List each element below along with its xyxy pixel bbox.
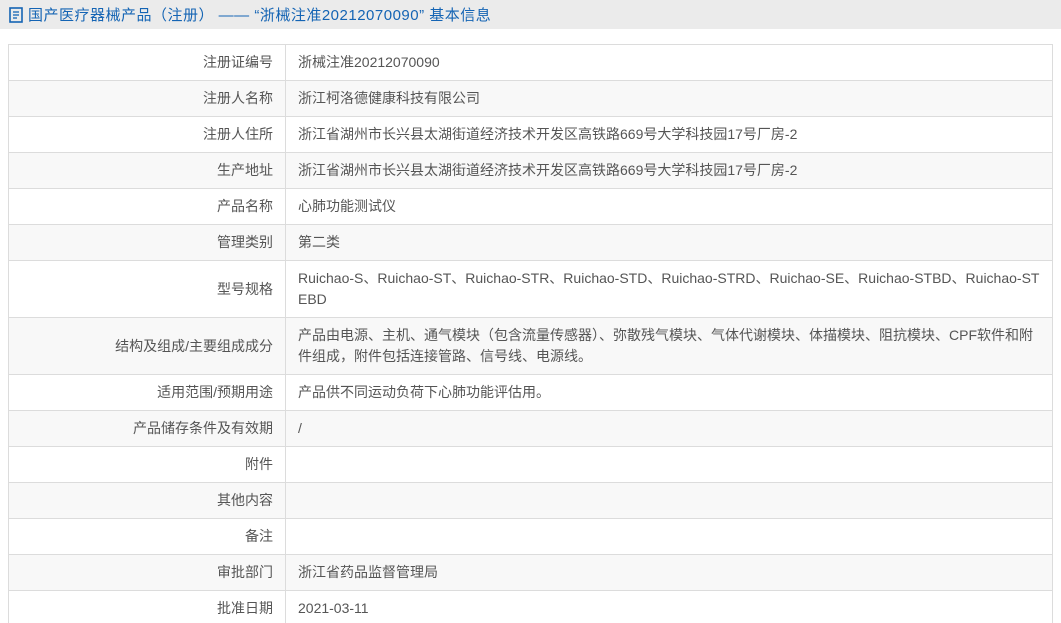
- table-row: 产品储存条件及有效期 /: [9, 411, 1053, 447]
- table-row: 生产地址 浙江省湖州市长兴县太湖街道经济技术开发区高铁路669号大学科技园17号…: [9, 153, 1053, 189]
- row-value: 浙江柯洛德健康科技有限公司: [286, 81, 1053, 117]
- row-label-text: 产品储存条件及有效期: [133, 420, 273, 436]
- document-icon: [9, 7, 23, 23]
- row-label-text: 备注: [245, 528, 273, 544]
- table-row: 型号规格 Ruichao-S、Ruichao-ST、Ruichao-STR、Ru…: [9, 261, 1053, 318]
- registration-info-table: 注册证编号 浙械注准20212070090 注册人名称 浙江柯洛德健康科技有限公…: [8, 44, 1053, 623]
- row-value: 产品供不同运动负荷下心肺功能评估用。: [286, 375, 1053, 411]
- row-label: 生产地址: [9, 153, 286, 189]
- row-label: 适用范围/预期用途: [9, 375, 286, 411]
- page-header: 国产医疗器械产品（注册） —— “浙械注准20212070090” 基本信息: [0, 0, 1061, 29]
- table-row: 适用范围/预期用途 产品供不同运动负荷下心肺功能评估用。: [9, 375, 1053, 411]
- row-value: Ruichao-S、Ruichao-ST、Ruichao-STR、Ruichao…: [286, 261, 1053, 318]
- row-label: 管理类别: [9, 225, 286, 261]
- row-label: 审批部门: [9, 555, 286, 591]
- row-label: 产品储存条件及有效期: [9, 411, 286, 447]
- row-label-text: 生产地址: [217, 162, 273, 178]
- row-value: 浙械注准20212070090: [286, 45, 1053, 81]
- row-label-text: 产品名称: [217, 198, 273, 214]
- table-row: 管理类别 第二类: [9, 225, 1053, 261]
- row-label-text: 审批部门: [217, 564, 273, 580]
- row-value: [286, 447, 1053, 483]
- table-row: 结构及组成/主要组成成分 产品由电源、主机、通气模块（包含流量传感器）、弥散残气…: [9, 318, 1053, 375]
- row-label: 注册证编号: [9, 45, 286, 81]
- row-label: 注册人名称: [9, 81, 286, 117]
- table-row: 附件: [9, 447, 1053, 483]
- row-label-text: 型号规格: [217, 281, 273, 297]
- row-label-text: 其他内容: [217, 492, 273, 508]
- row-label: 注册人住所: [9, 117, 286, 153]
- table-row: 注册人住所 浙江省湖州市长兴县太湖街道经济技术开发区高铁路669号大学科技园17…: [9, 117, 1053, 153]
- row-label-text: 适用范围/预期用途: [157, 384, 273, 400]
- row-value: 2021-03-11: [286, 591, 1053, 623]
- row-value: 第二类: [286, 225, 1053, 261]
- row-label-text: 注册证编号: [203, 54, 273, 70]
- row-label-text: 管理类别: [217, 234, 273, 250]
- registration-info-table-container: 注册证编号 浙械注准20212070090 注册人名称 浙江柯洛德健康科技有限公…: [8, 44, 1053, 623]
- table-row: 备注: [9, 519, 1053, 555]
- row-value: 浙江省药品监督管理局: [286, 555, 1053, 591]
- table-row: 批准日期 2021-03-11: [9, 591, 1053, 623]
- row-label-text: 批准日期: [217, 600, 273, 616]
- row-label-text: 附件: [245, 456, 273, 472]
- table-row: 其他内容: [9, 483, 1053, 519]
- row-label-text: 注册人住所: [203, 126, 273, 142]
- table-row: 产品名称 心肺功能测试仪: [9, 189, 1053, 225]
- row-label: 批准日期: [9, 591, 286, 623]
- table-row: 注册人名称 浙江柯洛德健康科技有限公司: [9, 81, 1053, 117]
- row-label-text: 结构及组成/主要组成成分: [115, 338, 273, 354]
- row-label: 型号规格: [9, 261, 286, 318]
- row-label: 备注: [9, 519, 286, 555]
- row-label: 产品名称: [9, 189, 286, 225]
- row-value: 心肺功能测试仪: [286, 189, 1053, 225]
- table-row: 注册证编号 浙械注准20212070090: [9, 45, 1053, 81]
- row-value: 浙江省湖州市长兴县太湖街道经济技术开发区高铁路669号大学科技园17号厂房-2: [286, 153, 1053, 189]
- row-label-text: 注册人名称: [203, 90, 273, 106]
- row-value: [286, 519, 1053, 555]
- row-label: 附件: [9, 447, 286, 483]
- row-label: 结构及组成/主要组成成分: [9, 318, 286, 375]
- table-row: 审批部门 浙江省药品监督管理局: [9, 555, 1053, 591]
- info-table-body: 注册证编号 浙械注准20212070090 注册人名称 浙江柯洛德健康科技有限公…: [9, 45, 1053, 623]
- page-title: 国产医疗器械产品（注册） —— “浙械注准20212070090” 基本信息: [28, 4, 491, 25]
- row-value: 浙江省湖州市长兴县太湖街道经济技术开发区高铁路669号大学科技园17号厂房-2: [286, 117, 1053, 153]
- row-value: [286, 483, 1053, 519]
- row-value: /: [286, 411, 1053, 447]
- row-value: 产品由电源、主机、通气模块（包含流量传感器）、弥散残气模块、气体代谢模块、体描模…: [286, 318, 1053, 375]
- row-label: 其他内容: [9, 483, 286, 519]
